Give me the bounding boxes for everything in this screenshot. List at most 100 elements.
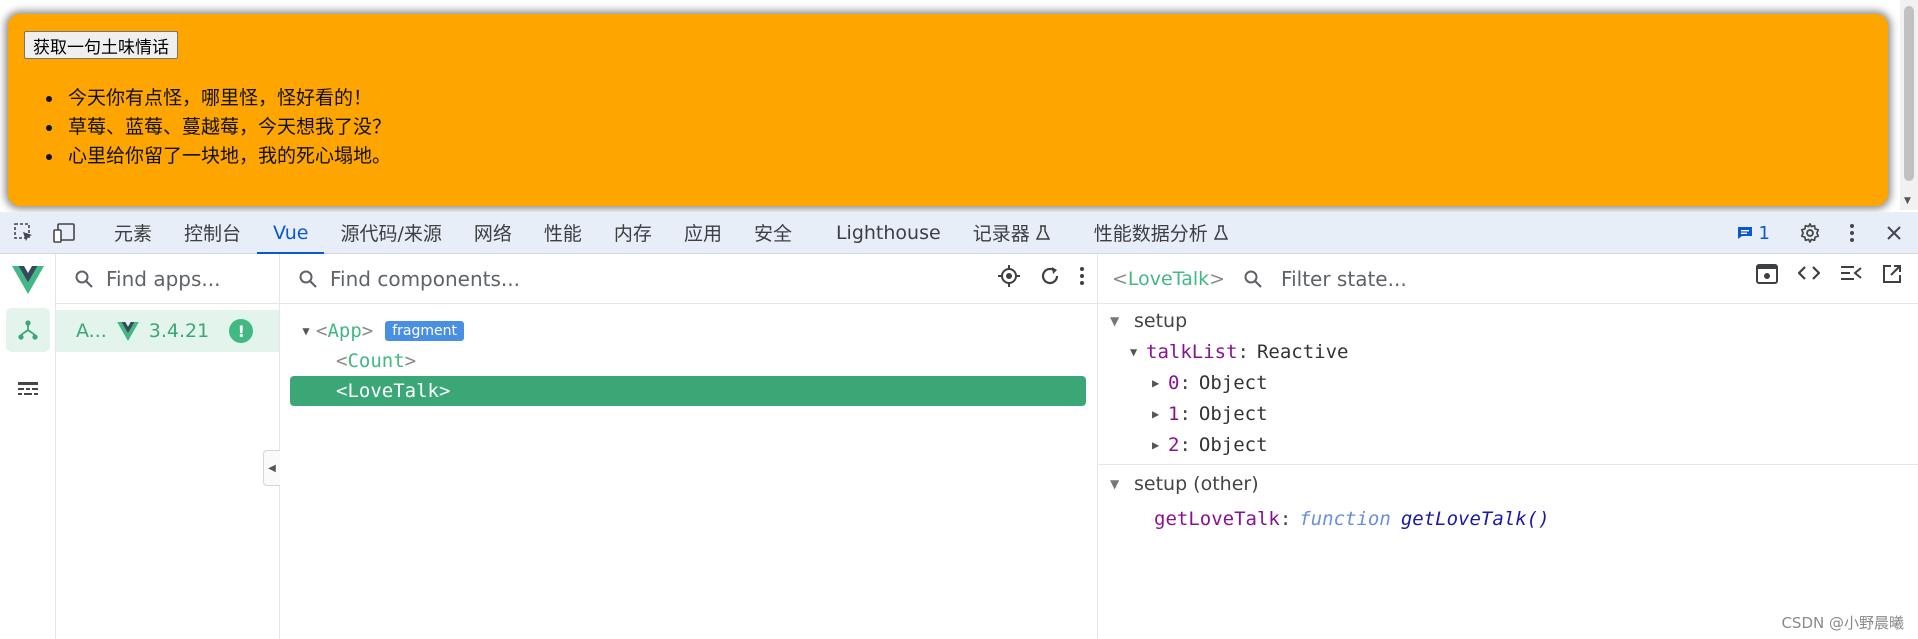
state-prop-talklist[interactable]: ▼ talkList: Reactive	[1098, 336, 1918, 367]
tab-sources[interactable]: 源代码/来源	[324, 212, 457, 254]
section-title[interactable]: ▼ setup	[1098, 306, 1918, 336]
devtools-right-controls: 1	[1737, 212, 1908, 254]
caret-down-icon[interactable]: ▼	[296, 324, 316, 338]
page-scrollbar[interactable]: ▼	[1900, 0, 1918, 210]
more-options-icon[interactable]	[1079, 266, 1085, 286]
list-item: 草莓、蓝莓、蔓越莓，今天想我了没？	[64, 113, 391, 142]
section-divider	[1098, 464, 1918, 465]
collapse-pane-icon[interactable]: ◀	[263, 450, 280, 486]
tab-performance[interactable]: 性能	[528, 212, 598, 254]
apps-pane: A... 3.4.21 !	[56, 254, 280, 639]
message-icon	[1737, 225, 1753, 241]
prop-key: 0	[1168, 371, 1180, 394]
tab-security[interactable]: 安全	[738, 212, 808, 254]
components-search-input[interactable]	[330, 266, 937, 291]
prop-key: 2	[1168, 433, 1180, 456]
component-tree: ▼ < App > fragment < Count > < LoveTalk >	[290, 316, 1086, 406]
page-viewport: 获取一句土味情话 今天你有点怪，哪里怪，怪好看的！ 草莓、蓝莓、蔓越莓，今天想我…	[0, 0, 1918, 210]
function-name: getLoveTalk()	[1400, 507, 1550, 530]
apps-search-input[interactable]	[106, 266, 279, 291]
get-love-talk-button[interactable]: 获取一句土味情话	[24, 31, 178, 59]
section-title[interactable]: ▼ setup (other)	[1098, 469, 1918, 499]
flask-icon	[1035, 224, 1050, 241]
refresh-icon[interactable]	[1039, 265, 1061, 287]
state-prop-item-1[interactable]: ▶ 1: Object	[1098, 398, 1918, 429]
app-list-item[interactable]: A... 3.4.21 !	[56, 310, 279, 352]
caret-down-icon: ▼	[1110, 314, 1120, 328]
select-component-target-icon[interactable]	[997, 264, 1021, 288]
close-icon[interactable]	[1880, 219, 1908, 247]
app-name: A...	[76, 320, 107, 342]
vue-version-icon	[116, 321, 139, 341]
tab-label: 记录器	[972, 223, 1030, 245]
tab-lighthouse[interactable]: Lighthouse	[820, 212, 957, 254]
tab-console[interactable]: 控制台	[168, 212, 257, 254]
list-item: 今天你有点怪，哪里怪，怪好看的！	[64, 84, 391, 113]
tree-node-app[interactable]: ▼ < App > fragment	[290, 316, 1086, 346]
scroll-down-arrow-icon[interactable]: ▼	[1904, 196, 1911, 206]
inspect-element-icon[interactable]	[10, 219, 38, 247]
tab-recorder[interactable]: 记录器	[957, 212, 1066, 254]
components-search	[280, 254, 1097, 304]
prop-key: 1	[1168, 402, 1180, 425]
search-icon	[74, 269, 94, 289]
tab-elements[interactable]: 元素	[98, 212, 168, 254]
tree-node-lovetalk[interactable]: < LoveTalk >	[290, 376, 1086, 406]
timeline-icon[interactable]	[6, 368, 50, 412]
inspect-dom-code-icon[interactable]	[1798, 264, 1820, 284]
caret-right-icon: ▶	[1152, 437, 1160, 452]
search-icon	[298, 269, 318, 289]
tab-label: 性能数据分析	[1093, 223, 1208, 245]
filter-state-input[interactable]	[1281, 266, 1612, 291]
prop-value: Object	[1198, 402, 1268, 425]
more-options-icon[interactable]	[1838, 219, 1866, 247]
talk-list: 今天你有点怪，哪里怪，怪好看的！ 草莓、蓝莓、蔓越莓，今天想我了没？ 心里给你留…	[64, 84, 391, 171]
open-in-editor-icon[interactable]	[1882, 264, 1902, 284]
prop-value: Object	[1198, 433, 1268, 456]
component-name: App	[327, 320, 362, 342]
prop-key: getLoveTalk	[1154, 507, 1280, 530]
components-tree-icon[interactable]	[6, 308, 50, 352]
app-version: 3.4.21	[148, 320, 210, 342]
watermark: CSDN @小野晨曦	[1781, 614, 1904, 632]
tab-network[interactable]: 网络	[458, 212, 528, 254]
app-card: 获取一句土味情话 今天你有点怪，哪里怪，怪好看的！ 草莓、蓝莓、蔓越莓，今天想我…	[8, 14, 1888, 206]
prop-key: talkList	[1146, 340, 1238, 363]
issues-count: 1	[1758, 222, 1770, 244]
tab-vue[interactable]: Vue	[257, 212, 325, 254]
tab-performance-insights[interactable]: 性能数据分析	[1078, 212, 1244, 254]
apps-search	[56, 254, 279, 304]
caret-right-icon: ▶	[1152, 406, 1160, 421]
vue-nav-rail	[0, 254, 56, 639]
flask-icon	[1213, 224, 1228, 241]
vue-devtools-panel: A... 3.4.21 ! ◀	[0, 254, 1918, 639]
state-prop-getlovetalk[interactable]: getLoveTalk: function getLoveTalk()	[1098, 503, 1918, 534]
component-tree-pane: ▼ <App> fragment <Count> <LoveTalk>	[280, 254, 1098, 639]
device-toolbar-icon[interactable]	[50, 219, 78, 247]
tab-memory[interactable]: 内存	[598, 212, 668, 254]
component-name: LoveTalk	[347, 380, 439, 402]
search-icon	[1243, 269, 1263, 289]
tree-node-count[interactable]: < Count >	[290, 346, 1086, 376]
issues-counter[interactable]: 1	[1737, 223, 1770, 244]
vue-logo-icon[interactable]	[6, 258, 50, 302]
list-item: 心里给你留了一块地，我的死心塌地。	[64, 142, 391, 171]
warning-icon[interactable]: !	[229, 319, 254, 343]
state-toolbar	[1756, 264, 1902, 284]
tree-toolbar	[997, 264, 1085, 288]
scroll-to-component-icon[interactable]	[1756, 264, 1778, 284]
caret-down-icon: ▼	[1130, 344, 1138, 359]
render-code-icon[interactable]	[1840, 264, 1862, 284]
settings-gear-icon[interactable]	[1796, 219, 1824, 247]
state-prop-item-0[interactable]: ▶ 0: Object	[1098, 367, 1918, 398]
selected-component-name: <LoveTalk>	[1112, 267, 1226, 290]
state-prop-item-2[interactable]: ▶ 2: Object	[1098, 429, 1918, 460]
caret-right-icon: ▶	[1152, 375, 1160, 390]
function-keyword: function	[1299, 507, 1391, 530]
tab-application[interactable]: 应用	[668, 212, 738, 254]
devtools-tabbar: 元素 控制台 Vue 源代码/来源 网络 性能 内存 应用 安全 Lightho…	[0, 212, 1918, 254]
component-name: Count	[347, 350, 405, 372]
state-inspector-pane: <LoveTalk> ▼ setup	[1098, 254, 1918, 639]
scrollbar-thumb[interactable]	[1904, 6, 1914, 181]
prop-value: Object	[1198, 371, 1268, 394]
